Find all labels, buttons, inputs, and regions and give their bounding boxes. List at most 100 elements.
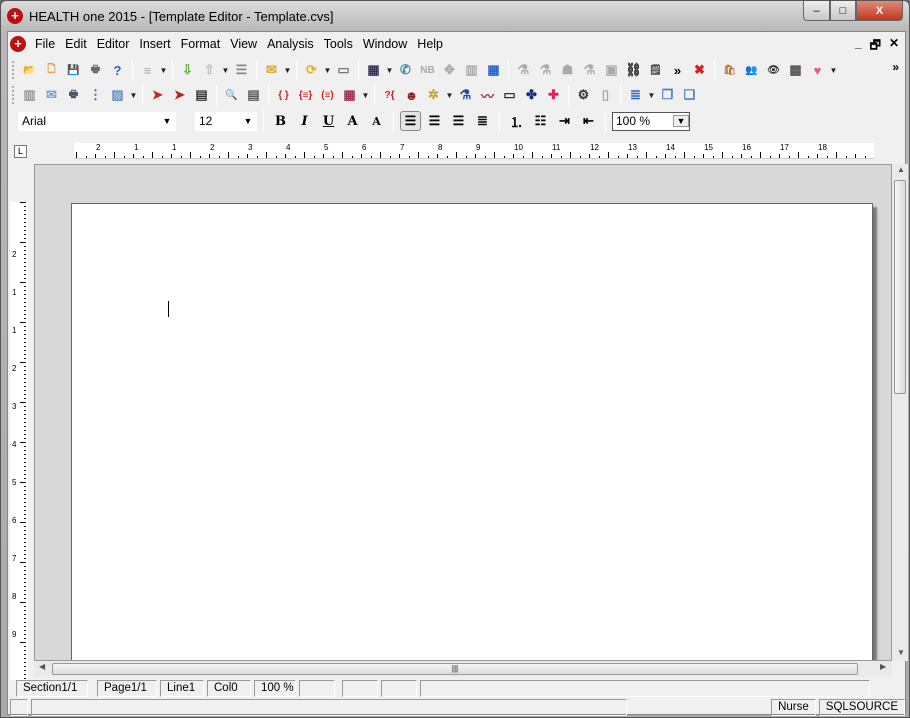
- calendar-icon[interactable]: ▦: [339, 85, 360, 105]
- vertical-scrollbar[interactable]: ▲ ▼: [892, 164, 908, 661]
- printer-doc-icon[interactable]: 🖶: [63, 85, 84, 105]
- menu-file[interactable]: File: [30, 37, 60, 51]
- open-folder-icon[interactable]: 📂: [19, 60, 40, 80]
- braces-icon[interactable]: { }: [273, 85, 294, 105]
- new-document-icon[interactable]: 🗋: [41, 60, 62, 80]
- underline-button[interactable]: U: [318, 111, 339, 131]
- minimize-button[interactable]: –: [803, 1, 830, 21]
- eye-icon[interactable]: 👁: [763, 60, 784, 80]
- save-doc-icon[interactable]: ▤: [191, 85, 212, 105]
- toolbar-overflow-button[interactable]: »: [892, 60, 899, 74]
- menu-analysis[interactable]: Analysis: [262, 37, 319, 51]
- chevron-down-icon[interactable]: ▼: [129, 91, 138, 100]
- numbered-list-icon[interactable]: ⒈: [506, 111, 527, 131]
- menu-help[interactable]: Help: [412, 37, 448, 51]
- font-size-select[interactable]: 12 ▼: [195, 111, 257, 131]
- cubes-icon[interactable]: ▩: [785, 60, 806, 80]
- shrink-font-button[interactable]: A: [366, 111, 387, 131]
- chevron-down-icon[interactable]: ▼: [829, 66, 838, 75]
- bold-button[interactable]: B: [270, 111, 291, 131]
- tab-stop-selector[interactable]: L: [14, 145, 27, 158]
- menu-view[interactable]: View: [225, 37, 262, 51]
- users-icon[interactable]: 👥: [741, 60, 762, 80]
- grid-icon[interactable]: ▦: [483, 60, 504, 80]
- toolbar-grip[interactable]: [12, 86, 15, 104]
- horizontal-ruler[interactable]: 2 1 1 2 3 4 5 6 7 8 9 10 11 12 13 14 15 16 17 18: [74, 143, 874, 159]
- align-left-icon[interactable]: ☰: [400, 111, 421, 131]
- print-icon[interactable]: 🖶: [85, 60, 106, 80]
- arrow-right-icon[interactable]: ➤: [147, 85, 168, 105]
- menu-format[interactable]: Format: [176, 37, 226, 51]
- chevron-down-icon[interactable]: ▼: [323, 66, 332, 75]
- preview-icon[interactable]: 🔍: [221, 85, 242, 105]
- sparkle-grid-icon[interactable]: ✲: [423, 85, 444, 105]
- vertical-scroll-thumb[interactable]: [894, 180, 906, 394]
- align-center-icon[interactable]: ☰: [448, 111, 469, 131]
- import-icon[interactable]: ⇩: [177, 60, 198, 80]
- scroll-left-icon[interactable]: ◀: [39, 662, 45, 671]
- table-icon[interactable]: ▦: [363, 60, 384, 80]
- italic-button[interactable]: I: [294, 111, 315, 131]
- chevron-down-icon[interactable]: ▼: [283, 66, 292, 75]
- close-button[interactable]: X: [856, 1, 903, 21]
- lab2-icon[interactable]: ⚗: [535, 60, 556, 80]
- zoom-select[interactable]: 100 % ▼: [612, 111, 690, 131]
- menu-insert[interactable]: Insert: [134, 37, 175, 51]
- doc-list-icon[interactable]: ⋮: [85, 85, 106, 105]
- menu-editor[interactable]: Editor: [92, 37, 135, 51]
- export-icon[interactable]: ⇧: [199, 60, 220, 80]
- vertical-ruler[interactable]: 2 1 1 2 3 4 5 6 7 8 9: [10, 202, 28, 680]
- chevron-down-icon[interactable]: ▼: [385, 66, 394, 75]
- horizontal-scroll-thumb[interactable]: |||: [52, 663, 858, 675]
- toolbar-grip[interactable]: [12, 61, 15, 79]
- horizontal-scrollbar[interactable]: ◀ ||| ▶: [34, 661, 892, 677]
- stop-icon[interactable]: ✖: [689, 60, 710, 80]
- copy-icon[interactable]: ❐: [657, 85, 678, 105]
- chevron-down-icon[interactable]: ▼: [240, 116, 256, 126]
- nb-icon[interactable]: NB: [417, 60, 438, 80]
- puzzle-icon[interactable]: ✥: [439, 60, 460, 80]
- chevron-down-icon[interactable]: ▼: [159, 116, 175, 126]
- phone-mail-icon[interactable]: ✆: [395, 60, 416, 80]
- page-icon[interactable]: ≣: [625, 85, 646, 105]
- mdi-minimize-button[interactable]: _: [855, 36, 862, 57]
- menu-window[interactable]: Window: [358, 37, 412, 51]
- cabinet-icon[interactable]: ▥: [19, 85, 40, 105]
- help-icon[interactable]: ?: [107, 60, 128, 80]
- pill-icon[interactable]: ⚗: [579, 60, 600, 80]
- card-icon[interactable]: ▭: [333, 60, 354, 80]
- lab-icon[interactable]: ⚗: [513, 60, 534, 80]
- fields-icon[interactable]: ▤: [243, 85, 264, 105]
- menu-tools[interactable]: Tools: [319, 37, 358, 51]
- bullet-list-icon[interactable]: ☷: [530, 111, 551, 131]
- image-icon[interactable]: ▨: [107, 85, 128, 105]
- notepad-icon[interactable]: 🗒: [645, 60, 666, 80]
- font-select[interactable]: Arial ▼: [18, 111, 176, 131]
- folder-icon[interactable]: ▣: [601, 60, 622, 80]
- outdent-icon[interactable]: ⇤: [578, 111, 599, 131]
- graph-icon[interactable]: 〰: [477, 85, 498, 105]
- chevron-down-icon[interactable]: ▼: [445, 91, 454, 100]
- medicine-icon[interactable]: ⚗: [455, 85, 476, 105]
- gears-icon[interactable]: ⚙: [573, 85, 594, 105]
- question-brace-icon[interactable]: ?{: [379, 85, 400, 105]
- braces-lines-icon[interactable]: (≡): [317, 85, 338, 105]
- save-icon[interactable]: 💾: [63, 60, 84, 80]
- grow-font-button[interactable]: A: [342, 111, 363, 131]
- chevron-down-icon[interactable]: ▼: [673, 115, 689, 127]
- document-page[interactable]: [71, 203, 873, 660]
- chart-icon[interactable]: ▥: [461, 60, 482, 80]
- mail-icon[interactable]: ✉: [261, 60, 282, 80]
- molecule-icon[interactable]: ✤: [521, 85, 542, 105]
- document-logo-icon[interactable]: +: [10, 36, 26, 52]
- mdi-close-button[interactable]: ✕: [889, 36, 899, 57]
- document-icon[interactable]: ≡: [137, 60, 158, 80]
- maximize-button[interactable]: □: [830, 1, 856, 21]
- scroll-down-icon[interactable]: ▼: [897, 648, 905, 657]
- envelope-icon[interactable]: ✉: [41, 85, 62, 105]
- person-lab-icon[interactable]: ☗: [557, 60, 578, 80]
- arrow-doc-icon[interactable]: ➤: [169, 85, 190, 105]
- chevron-down-icon[interactable]: ▼: [361, 91, 370, 100]
- doctor-icon[interactable]: ☻: [401, 85, 422, 105]
- chevron-down-icon[interactable]: ▼: [159, 66, 168, 75]
